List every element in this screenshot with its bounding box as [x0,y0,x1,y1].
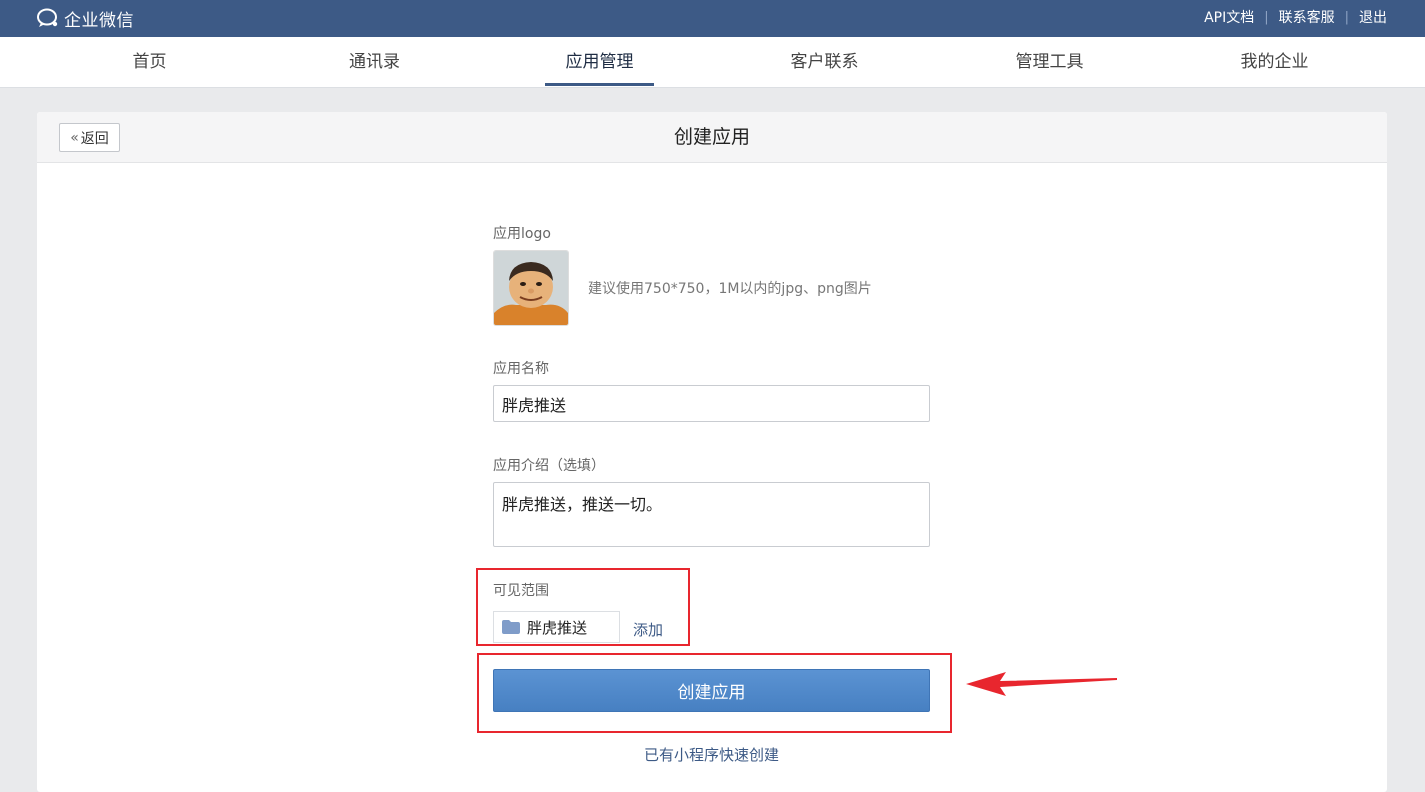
nav-my-company[interactable]: 我的企业 [1162,37,1387,87]
back-button[interactable]: « 返回 [59,123,120,152]
contact-support-link[interactable]: 联系客服 [1279,7,1335,27]
app-name-label: 应用名称 [493,361,549,377]
app-name-input[interactable] [493,385,930,422]
create-app-card: 创建应用 « 返回 应用logo 建议使用750*750，1M以内的jpg、pn… [37,112,1387,792]
nav-app-management[interactable]: 应用管理 [487,37,712,87]
top-bar: 企业微信 API文档 | 联系客服 | 退出 [0,0,1425,37]
top-link-separator: | [1264,9,1269,25]
visibility-tag[interactable]: 胖虎推送 [493,611,620,643]
back-button-label: 返回 [80,130,109,147]
page-title: 创建应用 [673,126,750,148]
top-links: API文档 | 联系客服 | 退出 [1204,7,1387,27]
card-header: 创建应用 « 返回 [37,112,1387,163]
nav-contacts[interactable]: 通讯录 [262,37,487,87]
nav-home[interactable]: 首页 [37,37,262,87]
logout-link[interactable]: 退出 [1359,7,1387,27]
add-visibility-link[interactable]: 添加 [633,619,663,640]
folder-icon [502,620,520,634]
top-link-separator: | [1344,9,1349,25]
logo-hint: 建议使用750*750，1M以内的jpg、png图片 [588,281,872,297]
api-docs-link[interactable]: API文档 [1204,7,1254,27]
wecom-logo-icon [37,8,58,27]
cartoon-face-avatar-icon [494,251,568,325]
app-intro-textarea[interactable]: 胖虎推送，推送一切。 [493,482,930,547]
miniprogram-create-link[interactable]: 已有小程序快速创建 [493,744,930,765]
main-nav: 首页 通讯录 应用管理 客户联系 管理工具 我的企业 [0,37,1425,88]
visibility-label: 可见范围 [493,583,549,599]
visibility-tag-label: 胖虎推送 [527,618,588,637]
nav-management-tools[interactable]: 管理工具 [937,37,1162,87]
brand-name: 企业微信 [64,10,134,31]
double-chevron-left-icon: « [70,129,79,146]
app-intro-label: 应用介绍（选填） [493,458,605,474]
app-logo-image[interactable] [493,250,569,326]
create-app-button[interactable]: 创建应用 [493,669,930,712]
nav-active-indicator [545,83,654,86]
nav-customer-contact[interactable]: 客户联系 [712,37,937,87]
brand-logo[interactable]: 企业微信 [36,5,134,31]
red-arrow-icon [966,672,1117,696]
logo-label: 应用logo [493,226,551,242]
